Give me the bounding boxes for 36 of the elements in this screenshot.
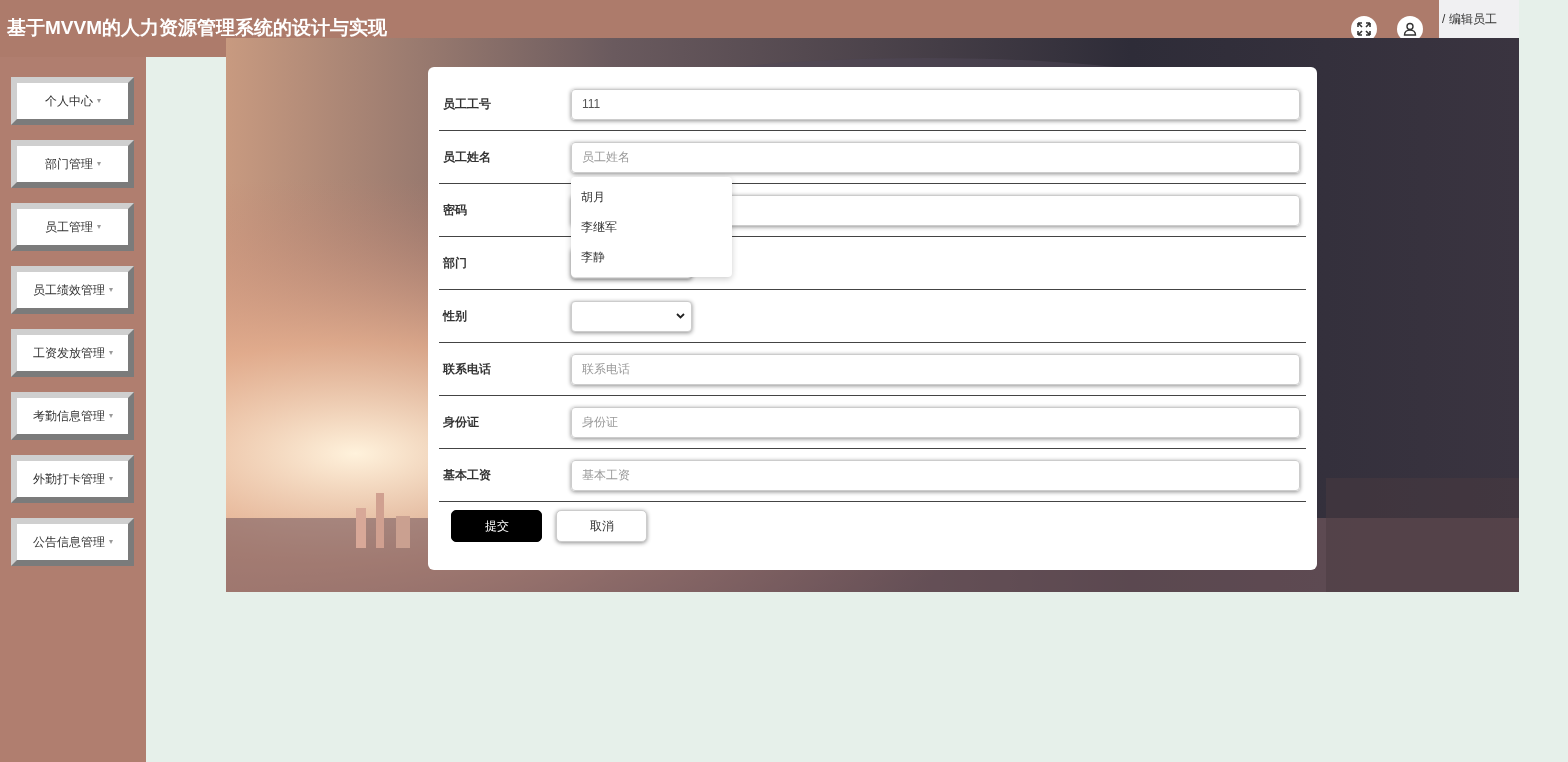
field-label: 密码	[443, 202, 468, 219]
field-label: 员工姓名	[443, 149, 492, 166]
input-field[interactable]: 111	[571, 88, 1300, 120]
field-label: 员工工号	[443, 96, 492, 113]
caret-icon: ▾	[96, 158, 101, 170]
sidebar-menu-button[interactable]: 工资发放管理 ▾	[11, 329, 134, 377]
sidebar-menu-button[interactable]: 考勤信息管理 ▾	[11, 392, 134, 440]
app-title: 基于MVVM的人力资源管理系统的设计与实现	[7, 16, 388, 41]
sidebar-menu-button[interactable]: 部门管理 ▾	[11, 140, 134, 188]
input-field[interactable]: 基本工资	[571, 459, 1300, 491]
field-label: 身份证	[443, 414, 480, 431]
caret-icon: ▾	[96, 95, 101, 107]
sidebar-menu-button[interactable]: 个人中心 ▾	[11, 77, 134, 125]
input-field[interactable]: 身份证	[571, 406, 1300, 438]
caret-icon: ▾	[108, 473, 113, 485]
suggestion-item[interactable]: 李静	[571, 242, 732, 272]
sidebar-menu-button[interactable]: 员工管理 ▾	[11, 203, 134, 251]
field-label: 基本工资	[443, 467, 492, 484]
sidebar-menu-button[interactable]: 外勤打卡管理 ▾	[11, 455, 134, 503]
suggestion-item[interactable]: 胡月	[571, 182, 732, 212]
field-label: 联系电话	[443, 361, 492, 378]
suggestion-item[interactable]: 李继军	[571, 212, 732, 242]
caret-icon: ▾	[108, 284, 113, 296]
input-field[interactable]: 联系电话	[571, 353, 1300, 385]
cancel-button[interactable]: 取消	[556, 510, 647, 542]
caret-icon: ▾	[108, 410, 113, 422]
breadcrumb: / 编辑员工	[1442, 11, 1497, 28]
field-label: 性别	[443, 308, 468, 325]
input-field[interactable]: 员工姓名	[571, 141, 1300, 173]
caret-icon: ▾	[96, 221, 101, 233]
sidebar-menu-button[interactable]: 公告信息管理 ▾	[11, 518, 134, 566]
caret-icon: ▾	[108, 536, 113, 548]
caret-icon: ▾	[108, 347, 113, 359]
sidebar-menu-button[interactable]: 员工绩效管理 ▾	[11, 266, 134, 314]
field-label: 部门	[443, 255, 468, 272]
submit-button[interactable]: 提交	[451, 510, 542, 542]
